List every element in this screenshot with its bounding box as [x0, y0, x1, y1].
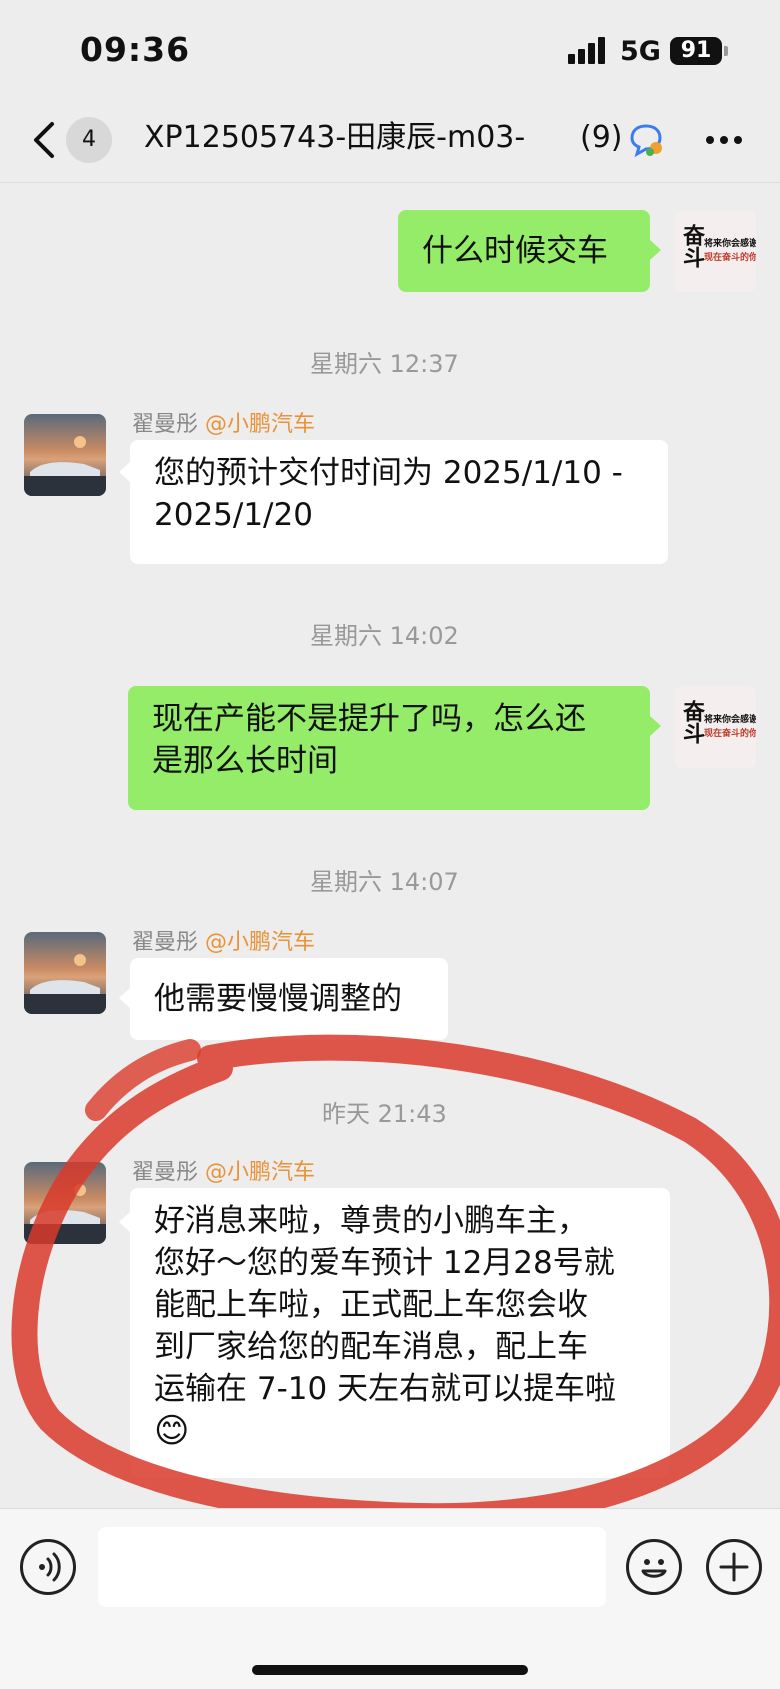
message-line: 您的预计交付时间为 2025/1/10 -	[154, 455, 623, 491]
add-plus-icon[interactable]	[706, 1539, 762, 1595]
message-input[interactable]	[98, 1527, 606, 1607]
voice-input-icon[interactable]	[20, 1539, 76, 1595]
my-avatar[interactable]: 奋斗 将来你会感谢 现在奋斗的你!	[674, 210, 756, 292]
message-line: 2025/1/20	[154, 497, 313, 533]
network-label: 5G	[620, 36, 661, 67]
timestamp: 星期六 14:02	[310, 622, 459, 650]
status-bar: 09:36 5G 91	[0, 0, 780, 100]
sender-label: 翟曼彤	[132, 930, 199, 955]
home-indicator	[252, 1665, 528, 1675]
battery-icon: 91	[670, 37, 722, 65]
sender-name: 翟曼彤 @小鹏汽车	[132, 1154, 315, 1186]
avatar-caption-line2: 现在奋斗的你!	[704, 729, 756, 739]
bubble-tail	[119, 462, 130, 482]
message-line: 是那么长时间	[152, 743, 338, 779]
sender-name: 翟曼彤 @小鹏汽车	[132, 406, 315, 438]
contact-avatar[interactable]	[24, 414, 106, 496]
status-time: 09:36	[80, 30, 191, 69]
avatar-caption-line1: 将来你会感谢	[704, 239, 756, 249]
back-chevron-icon[interactable]	[28, 118, 64, 162]
car-thumbnail	[24, 954, 106, 1014]
signal-icon	[568, 36, 612, 64]
avatar-caption-line1: 将来你会感谢	[704, 715, 756, 725]
message-line: 到厂家给您的配车消息，配上车	[154, 1329, 588, 1365]
timestamp: 昨天 21:43	[322, 1100, 447, 1128]
sender-name: 翟曼彤 @小鹏汽车	[132, 924, 315, 956]
bubble-tail	[650, 716, 661, 736]
car-thumbnail	[24, 1184, 106, 1244]
chat-title[interactable]: XP12505743-田康辰-m03-	[144, 116, 620, 160]
incoming-message[interactable]: 好消息来啦，尊贵的小鹏车主， 您好～您的爱车预计 12月28号就 能配上车啦，正…	[130, 1188, 670, 1478]
bubble-tail	[119, 1212, 130, 1232]
message-line: 好消息来啦，尊贵的小鹏车主，	[154, 1203, 588, 1239]
message-line: 现在产能不是提升了吗，怎么还	[152, 701, 586, 737]
bubble-tail	[119, 988, 130, 1008]
sender-label: 翟曼彤	[132, 1160, 199, 1185]
contact-avatar[interactable]	[24, 1162, 106, 1244]
sender-org: @小鹏汽车	[205, 1160, 316, 1185]
contact-avatar[interactable]	[24, 932, 106, 1014]
chat-header: 4 XP12505743-田康辰-m03- (9)	[0, 100, 780, 183]
unread-count-badge[interactable]: 4	[66, 117, 112, 163]
incoming-message[interactable]: 他需要慢慢调整的	[130, 958, 448, 1040]
outgoing-message[interactable]: 现在产能不是提升了吗，怎么还 是那么长时间	[128, 686, 650, 810]
timestamp: 星期六 12:37	[310, 350, 459, 378]
car-thumbnail	[24, 436, 106, 496]
message-line: 运输在 7-10 天左右就可以提车啦	[154, 1371, 617, 1407]
my-avatar[interactable]: 奋斗 将来你会感谢 现在奋斗的你!	[674, 686, 756, 768]
incoming-message[interactable]: 您的预计交付时间为 2025/1/10 - 2025/1/20	[130, 440, 668, 564]
message-line: 能配上车啦，正式配上车您会收	[154, 1287, 588, 1323]
more-icon[interactable]	[702, 120, 746, 160]
emoji-icon[interactable]	[626, 1539, 682, 1595]
sender-label: 翟曼彤	[132, 412, 199, 437]
outgoing-message[interactable]: 什么时候交车	[398, 210, 650, 292]
sender-org: @小鹏汽车	[205, 930, 316, 955]
member-count[interactable]: (9)	[578, 116, 623, 160]
input-bar	[0, 1508, 780, 1689]
timestamp: 星期六 14:07	[310, 868, 459, 896]
smile-emoji: 😊	[154, 1411, 190, 1451]
message-line: 您好～您的爱车预计 12月28号就	[154, 1245, 615, 1281]
bubble-tail	[650, 240, 661, 260]
sender-org: @小鹏汽车	[205, 412, 316, 437]
group-chat-icon[interactable]	[628, 122, 664, 158]
battery-tip	[724, 46, 728, 56]
avatar-caption-line2: 现在奋斗的你!	[704, 253, 756, 263]
